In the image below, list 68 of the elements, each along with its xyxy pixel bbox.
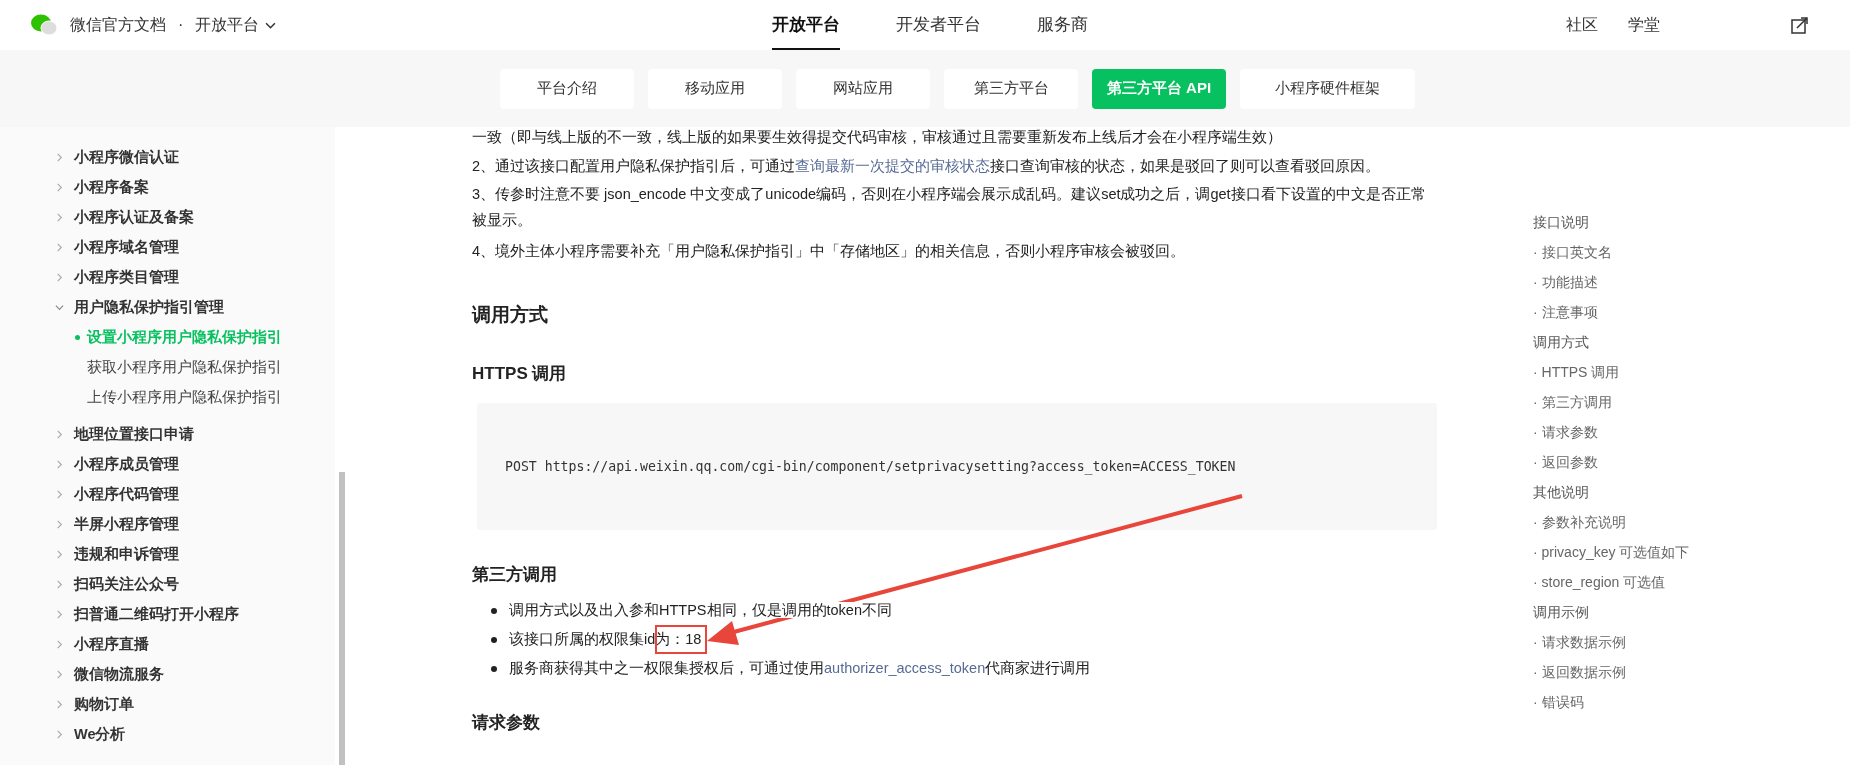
sidebar-item[interactable]: 地理位置接口申请 (0, 419, 335, 449)
bullet-dot (491, 607, 497, 614)
toc-link[interactable]: · 接口英文名 (1533, 238, 1690, 268)
separator-dot: · (178, 16, 184, 34)
sidebar-item[interactable]: 小程序类目管理 (0, 262, 335, 292)
sidebar-item[interactable]: 小程序成员管理 (0, 449, 335, 479)
toc-link[interactable]: · 返回数据示例 (1533, 658, 1690, 688)
toc-link[interactable]: · store_region 可选值 (1533, 568, 1690, 598)
scrollbar[interactable] (339, 472, 345, 765)
sidebar-item[interactable]: 扫码关注公众号 (0, 569, 335, 599)
bullet-text: 调用方式以及出入参和HTTPS相同，仅是调用的token不同 (509, 602, 892, 618)
toc-link[interactable]: · HTTPS 调用 (1533, 358, 1690, 388)
sidebar-item[interactable]: 违规和申诉管理 (0, 539, 335, 569)
sidebar-item[interactable]: 扫普通二维码打开小程序 (0, 599, 335, 629)
platform-dropdown[interactable]: 开放平台 (195, 14, 277, 36)
toc-link[interactable]: 调用方式 (1533, 328, 1690, 358)
sidebar-subitem[interactable]: 上传小程序用户隐私保护指引 (0, 382, 335, 412)
sidebar-item[interactable]: 购物订单 (0, 689, 335, 719)
toc-link[interactable]: · 请求参数 (1533, 418, 1690, 448)
note-paragraph: 一致（即与线上版的不一致，线上版的如果要生效得提交代码审核，审核通过且需要重新发布上线后才会在小程序端生效） (472, 128, 1283, 147)
sidebar-item[interactable]: 小程序备案 (0, 172, 335, 202)
logo-icon (30, 13, 58, 37)
category-tab[interactable]: 第三方平台 (944, 68, 1078, 109)
category-tab[interactable]: 平台介绍 (500, 68, 634, 109)
bullet-text: 服务商获得其中之一权限集授权后，可通过使用authorizer_access_token代商家进行调用 (509, 660, 1091, 676)
sidebar-item[interactable]: 小程序直播 (0, 629, 335, 659)
toc-link[interactable]: · 注意事项 (1533, 298, 1690, 328)
toc-link[interactable]: · 第三方调用 (1533, 388, 1690, 418)
caret-icon (265, 21, 277, 29)
subsection-heading: HTTPS 调用 (472, 363, 568, 385)
toc-link[interactable]: 其他说明 (1533, 478, 1690, 508)
category-tab[interactable]: 小程序硬件框架 (1240, 68, 1415, 109)
nav-tab[interactable]: 服务商 (1037, 0, 1088, 50)
sidebar-item[interactable]: 用户隐私保护指引管理 (0, 292, 335, 322)
section-heading: 调用方式 (472, 303, 549, 327)
toc-link[interactable]: · 请求数据示例 (1533, 628, 1690, 658)
diagonal-arrow-icon[interactable] (1790, 15, 1810, 35)
sidebar-item[interactable]: 小程序认证及备案 (0, 202, 335, 232)
sidebar-item[interactable]: We分析 (0, 719, 335, 749)
sidebar-item[interactable]: 小程序微信认证 (0, 142, 335, 172)
token-link[interactable]: authorizer_access_token (824, 660, 986, 676)
toc-link[interactable]: · 返回参数 (1533, 448, 1690, 478)
sidebar-item[interactable]: 半屏小程序管理 (0, 509, 335, 539)
sidebar-item[interactable]: 微信物流服务 (0, 659, 335, 689)
bullet-dot (491, 636, 497, 643)
nav-tab[interactable]: 开发者平台 (896, 0, 981, 50)
bullet-dot (491, 665, 497, 672)
toc-link[interactable]: · 错误码 (1533, 688, 1690, 718)
toc-link[interactable]: · 功能描述 (1533, 268, 1690, 298)
api-link[interactable]: 查询最新一次提交的审核状态 (795, 158, 991, 174)
toc-link[interactable]: 接口说明 (1533, 208, 1690, 238)
note-paragraph: 4、境外主体小程序需要补充「用户隐私保护指引」中「存储地区」的相关信息，否则小程序审核会被驳回。 (472, 242, 1187, 261)
sidebar-item[interactable]: 小程序域名管理 (0, 232, 335, 262)
category-tab[interactable]: 网站应用 (796, 68, 930, 109)
subsection-heading: 第三方调用 (472, 564, 558, 586)
note-paragraph: 3、传参时注意不要 json_encode 中文变成了unicode编码，否则在小程序端会展示成乱码。建议set成功之后，调get接口看下设置的中文是否正常被显示。 (472, 185, 1427, 230)
toc-link[interactable]: · 参数补充说明 (1533, 508, 1690, 538)
header-link[interactable]: 学堂 (1628, 14, 1660, 36)
sidebar-item[interactable]: 小程序代码管理 (0, 479, 335, 509)
header-link[interactable]: 社区 (1566, 14, 1598, 36)
note-paragraph: 2、通过该接口配置用户隐私保护指引后，可通过查询最新一次提交的审核状态接口查询审核的状态，如果是驳回了则可以查看驳回原因。 (472, 157, 1382, 176)
toc-link[interactable]: 调用示例 (1533, 598, 1690, 628)
sidebar-subitem[interactable]: 获取小程序用户隐私保护指引 (0, 352, 335, 382)
site-title[interactable]: 微信官方文档 (70, 14, 166, 36)
toc-link[interactable]: · privacy_key 可选值如下 (1533, 538, 1690, 568)
subsection-heading: 请求参数 (472, 712, 541, 734)
code-text: POST https://api.weixin.qq.com/cgi-bin/component/setprivacysetting?access_token=ACCESS_TOKEN (505, 459, 1236, 474)
category-tab[interactable]: 移动应用 (648, 68, 782, 109)
